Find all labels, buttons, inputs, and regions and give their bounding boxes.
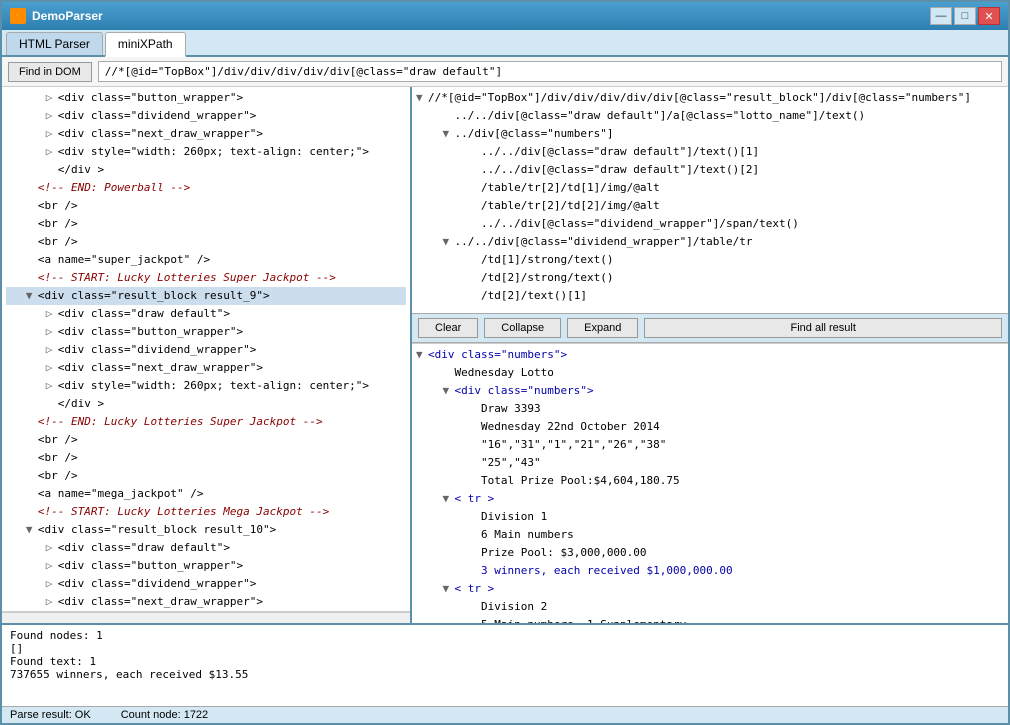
result-node[interactable]: ▼< tr >	[416, 580, 1004, 598]
main-window: 🔸 DemoParser — □ ✕ HTML Parser miniXPath…	[0, 0, 1010, 725]
status-bar: Parse result: OK Count node: 1722	[2, 706, 1008, 723]
tree-node[interactable]: <!-- START: Lucky Lotteries Mega Jackpot…	[6, 503, 406, 521]
result-scroll[interactable]: ▼<div class="numbers"> Wednesday Lotto ▼…	[412, 343, 1008, 623]
tree-node[interactable]: </div >	[6, 161, 406, 179]
tree-node[interactable]: ▷<div class="button_wrapper">	[6, 89, 406, 107]
result-node[interactable]: Division 1	[416, 508, 1004, 526]
xpath-node[interactable]: ▼../../div[@class="dividend_wrapper"]/ta…	[416, 233, 1004, 251]
tree-node[interactable]: <br />	[6, 431, 406, 449]
xpath-node[interactable]: /table/tr[2]/td[1]/img/@alt	[416, 179, 1004, 197]
xpath-node[interactable]: ../../div[@class="draw default"]/text()[…	[416, 161, 1004, 179]
output-line: 737655 winners, each received $13.55	[10, 668, 1000, 681]
result-node[interactable]: Division 2	[416, 598, 1004, 616]
maximize-button[interactable]: □	[954, 7, 976, 25]
output-line: Found nodes: 1	[10, 629, 1000, 642]
tree-node[interactable]: </div >	[6, 395, 406, 413]
window-controls: — □ ✕	[930, 7, 1000, 25]
html-tree-scroll[interactable]: ▷<div class="button_wrapper"> ▷<div clas…	[2, 87, 410, 611]
tree-node[interactable]: ▷<div class="dividend_wrapper">	[6, 575, 406, 593]
main-content: ▷<div class="button_wrapper"> ▷<div clas…	[2, 87, 1008, 623]
result-node[interactable]: "16","31","1","21","26","38"	[416, 436, 1004, 454]
xpath-node[interactable]: ../../div[@class="draw default"]/text()[…	[416, 143, 1004, 161]
result-node[interactable]: Wednesday 22nd October 2014	[416, 418, 1004, 436]
result-node[interactable]: ▼<div class="numbers">	[416, 346, 1004, 364]
tree-node[interactable]: ▷<div style="width: 260px; text-align: c…	[6, 377, 406, 395]
xpath-node[interactable]: /td[2]/strong/text()	[416, 269, 1004, 287]
tree-node[interactable]: ▼<div class="result_block result_10">	[6, 521, 406, 539]
title-bar-left: 🔸 DemoParser	[10, 8, 103, 24]
tree-node[interactable]: <br />	[6, 467, 406, 485]
tree-node[interactable]: ▷<div class="next_draw_wrapper">	[6, 593, 406, 611]
bottom-panel: Found nodes: 1[]Found text: 1737655 winn…	[2, 623, 1008, 723]
app-title: DemoParser	[32, 9, 103, 23]
clear-button[interactable]: Clear	[418, 318, 478, 338]
right-pane: ▼//*[@id="TopBox"]/div/div/div/div/div[@…	[412, 87, 1008, 623]
tree-node[interactable]: ▷<div class="draw default">	[6, 539, 406, 557]
xpath-node[interactable]: ▼../div[@class="numbers"]	[416, 125, 1004, 143]
result-node[interactable]: Wednesday Lotto	[416, 364, 1004, 382]
result-node[interactable]: Prize Pool: $3,000,000.00	[416, 544, 1004, 562]
tree-node[interactable]: ▷<div class="next_draw_wrapper">	[6, 125, 406, 143]
parse-result: Parse result: OK	[10, 709, 91, 721]
xpath-node[interactable]: ../../div[@class="draw default"]/a[@clas…	[416, 107, 1004, 125]
tab-html-parser[interactable]: HTML Parser	[6, 32, 103, 55]
tree-node[interactable]: <!-- END: Lucky Lotteries Super Jackpot …	[6, 413, 406, 431]
find-all-button[interactable]: Find all result	[644, 318, 1002, 338]
horizontal-scrollbar[interactable]	[2, 611, 410, 623]
tab-minixpath[interactable]: miniXPath	[105, 32, 186, 57]
xpath-node[interactable]: ../../div[@class="dividend_wrapper"]/spa…	[416, 215, 1004, 233]
xpath-input[interactable]	[98, 61, 1002, 82]
result-node[interactable]: 6 Main numbers	[416, 526, 1004, 544]
tree-node[interactable]: <br />	[6, 197, 406, 215]
collapse-button[interactable]: Collapse	[484, 318, 561, 338]
tree-node[interactable]: <a name="mega_jackpot" />	[6, 485, 406, 503]
xpath-node[interactable]: /table/tr[2]/td[2]/img/@alt	[416, 197, 1004, 215]
xpath-node[interactable]: ▼//*[@id="TopBox"]/div/div/div/div/div[@…	[416, 89, 1004, 107]
tree-node[interactable]: ▷<div style="width: 260px; text-align: c…	[6, 143, 406, 161]
tree-node[interactable]: ▷<div class="button_wrapper">	[6, 557, 406, 575]
result-node[interactable]: ▼<div class="numbers">	[416, 382, 1004, 400]
tree-node[interactable]: <!-- START: Lucky Lotteries Super Jackpo…	[6, 269, 406, 287]
action-bar: Clear Collapse Expand Find all result	[412, 313, 1008, 343]
tree-node[interactable]: ▷<div class="next_draw_wrapper">	[6, 359, 406, 377]
tree-node[interactable]: ▷<div class="draw default">	[6, 305, 406, 323]
tree-node[interactable]: ▷<div class="dividend_wrapper">	[6, 107, 406, 125]
count-node: Count node: 1722	[121, 709, 208, 721]
result-node[interactable]: 3 winners, each received $1,000,000.00	[416, 562, 1004, 580]
tree-node[interactable]: <br />	[6, 233, 406, 251]
tree-node[interactable]: <br />	[6, 215, 406, 233]
minimize-button[interactable]: —	[930, 7, 952, 25]
output-line: []	[10, 642, 1000, 655]
xpath-node[interactable]: /td[1]/strong/text()	[416, 251, 1004, 269]
tree-node[interactable]: <br />	[6, 449, 406, 467]
tree-node[interactable]: <a name="super_jackpot" />	[6, 251, 406, 269]
toolbar: Find in DOM	[2, 57, 1008, 87]
output-line: Found text: 1	[10, 655, 1000, 668]
expand-button[interactable]: Expand	[567, 318, 638, 338]
result-node[interactable]: "25","43"	[416, 454, 1004, 472]
tree-node[interactable]: ▷<div class="button_wrapper">	[6, 323, 406, 341]
tree-node[interactable]: <!-- END: Powerball -->	[6, 179, 406, 197]
find-in-dom-button[interactable]: Find in DOM	[8, 62, 92, 82]
tree-node[interactable]: ▷<div class="dividend_wrapper">	[6, 341, 406, 359]
tree-node[interactable]: ▼<div class="result_block result_9">	[6, 287, 406, 305]
result-node[interactable]: Draw 3393	[416, 400, 1004, 418]
tab-bar: HTML Parser miniXPath	[2, 30, 1008, 57]
bottom-output: Found nodes: 1[]Found text: 1737655 winn…	[2, 625, 1008, 706]
result-node[interactable]: Total Prize Pool:$4,604,180.75	[416, 472, 1004, 490]
xpath-tree-scroll[interactable]: ▼//*[@id="TopBox"]/div/div/div/div/div[@…	[412, 87, 1008, 313]
result-node[interactable]: ▼< tr >	[416, 490, 1004, 508]
xpath-node[interactable]: /td[2]/text()[1]	[416, 287, 1004, 305]
close-button[interactable]: ✕	[978, 7, 1000, 25]
result-node[interactable]: 5 Main numbers, 1 Supplementary	[416, 616, 1004, 623]
app-icon: 🔸	[10, 8, 26, 24]
title-bar: 🔸 DemoParser — □ ✕	[2, 2, 1008, 30]
left-pane: ▷<div class="button_wrapper"> ▷<div clas…	[2, 87, 412, 623]
